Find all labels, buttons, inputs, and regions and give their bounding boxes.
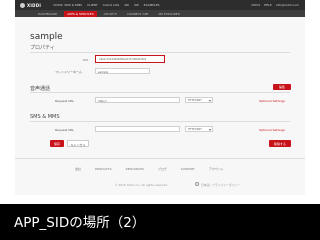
account-nav: DOCS HELP info@xiddi.com (251, 3, 299, 7)
sms-method-select[interactable]: HTTP POST (185, 126, 213, 132)
chevron-down-icon (209, 129, 211, 131)
top-navbar: XIDDI VOICE, SMS & MMS CLIENT CALLS LOG … (15, 0, 305, 10)
tab-api-keys[interactable]: API KEYS (101, 11, 120, 17)
sid-label: Sid (83, 58, 88, 62)
sid-highlight-box: APe1c7b14d0969f4aa37d2d6b9fc8e9 (95, 55, 165, 63)
logo[interactable]: XIDDI (27, 3, 41, 8)
slide-caption: APP_SIDの場所（2） (14, 215, 146, 231)
nav-item-help[interactable]: HELP (264, 3, 272, 7)
tab-dashboard[interactable]: DASHBOARD (35, 11, 60, 17)
nav-item-api[interactable]: API (124, 3, 129, 7)
nav-item-calls[interactable]: CALLS LOG (103, 3, 120, 7)
copyright-text: © 2015 Xiddi, Inc. All rights reserved. (115, 183, 168, 187)
sms-optional-settings-link[interactable]: Optional Settings (259, 128, 285, 132)
voice-method-value: HTTP POST (188, 99, 202, 102)
voice-request-url-value: http:// (98, 99, 107, 103)
sub-navbar: DASHBOARD APPS & SERVICES API KEYS CONNE… (15, 10, 305, 17)
slide: XIDDI VOICE, SMS & MMS CLIENT CALLS LOG … (0, 0, 320, 240)
voice-request-url-label: Request URL (55, 99, 75, 103)
nav-item-sip[interactable]: SIP (134, 3, 139, 7)
friendly-name-field[interactable]: sample (95, 68, 150, 74)
friendly-name-label: フレンドリーネーム (55, 70, 82, 74)
properties-heading: プロパティ (30, 45, 55, 51)
tab-connect-app[interactable]: CONNECT APP (124, 11, 151, 17)
nav-item-account[interactable]: info@xiddi.com (276, 3, 299, 7)
sms-method-value: HTTP POST (188, 128, 202, 131)
friendly-name-value: sample (98, 70, 109, 74)
nav-item-docs[interactable]: DOCS (251, 3, 260, 7)
divider (30, 52, 290, 53)
app-screenshot: XIDDI VOICE, SMS & MMS CLIENT CALLS LOG … (15, 0, 305, 195)
sid-value: APe1c7b14d0969f4aa37d2d6b9fc8e9 (99, 58, 147, 61)
save-button-label: 保存 (53, 141, 60, 146)
edit-button-label: 編集 (278, 85, 285, 89)
footer-link-products[interactable]: PRODUCTS (95, 167, 112, 171)
sms-request-url-field[interactable] (95, 126, 180, 132)
footer-link-company[interactable]: 会社 (75, 167, 81, 171)
cancel-button-label: キャンセル (70, 142, 86, 147)
sms-request-url-label: Request URL (55, 128, 75, 132)
nav-item-voice[interactable]: VOICE, SMS & MMS (53, 3, 82, 7)
footer-nav: 会社 PRODUCTS RESOURCES ブログ SUPPORT アカウント (75, 167, 224, 171)
footer-link-support[interactable]: SUPPORT (181, 167, 195, 171)
globe-icon (195, 182, 199, 186)
logo-icon (20, 2, 25, 8)
nav-item-client[interactable]: CLIENT (87, 3, 98, 7)
cancel-button[interactable]: キャンセル (67, 140, 89, 147)
divider (30, 121, 290, 122)
divider (15, 158, 305, 159)
save-button[interactable]: 保存 (50, 140, 64, 147)
delete-button[interactable]: 削除する (269, 140, 291, 147)
voice-optional-settings-link[interactable]: Optional Settings (259, 99, 285, 103)
tab-apps[interactable]: APPS & SERVICES (64, 10, 97, 17)
footer-link-account[interactable]: アカウント (209, 167, 224, 171)
edit-button[interactable]: 編集 (273, 84, 291, 90)
app-name-heading: sample (30, 32, 63, 42)
voice-request-url-field[interactable]: http:// (95, 97, 180, 103)
sms-heading: SMS & MMS (30, 114, 60, 120)
tab-api-explorer[interactable]: API EXPLORER (155, 11, 182, 17)
chevron-down-icon (209, 100, 211, 102)
voice-method-select[interactable]: HTTP POST (185, 97, 213, 103)
delete-button-label: 削除する (273, 141, 286, 146)
divider (30, 92, 290, 93)
language-link[interactable]: 日本語 / プライバシーポリシー (201, 183, 240, 187)
footer-link-blog[interactable]: ブログ (158, 167, 167, 171)
nav-item-examples[interactable]: EXAMPLES (144, 3, 160, 7)
main-nav: VOICE, SMS & MMS CLIENT CALLS LOG API SI… (53, 3, 159, 7)
voice-heading: 音声通話 (30, 86, 51, 92)
footer-link-resources[interactable]: RESOURCES (126, 167, 144, 171)
